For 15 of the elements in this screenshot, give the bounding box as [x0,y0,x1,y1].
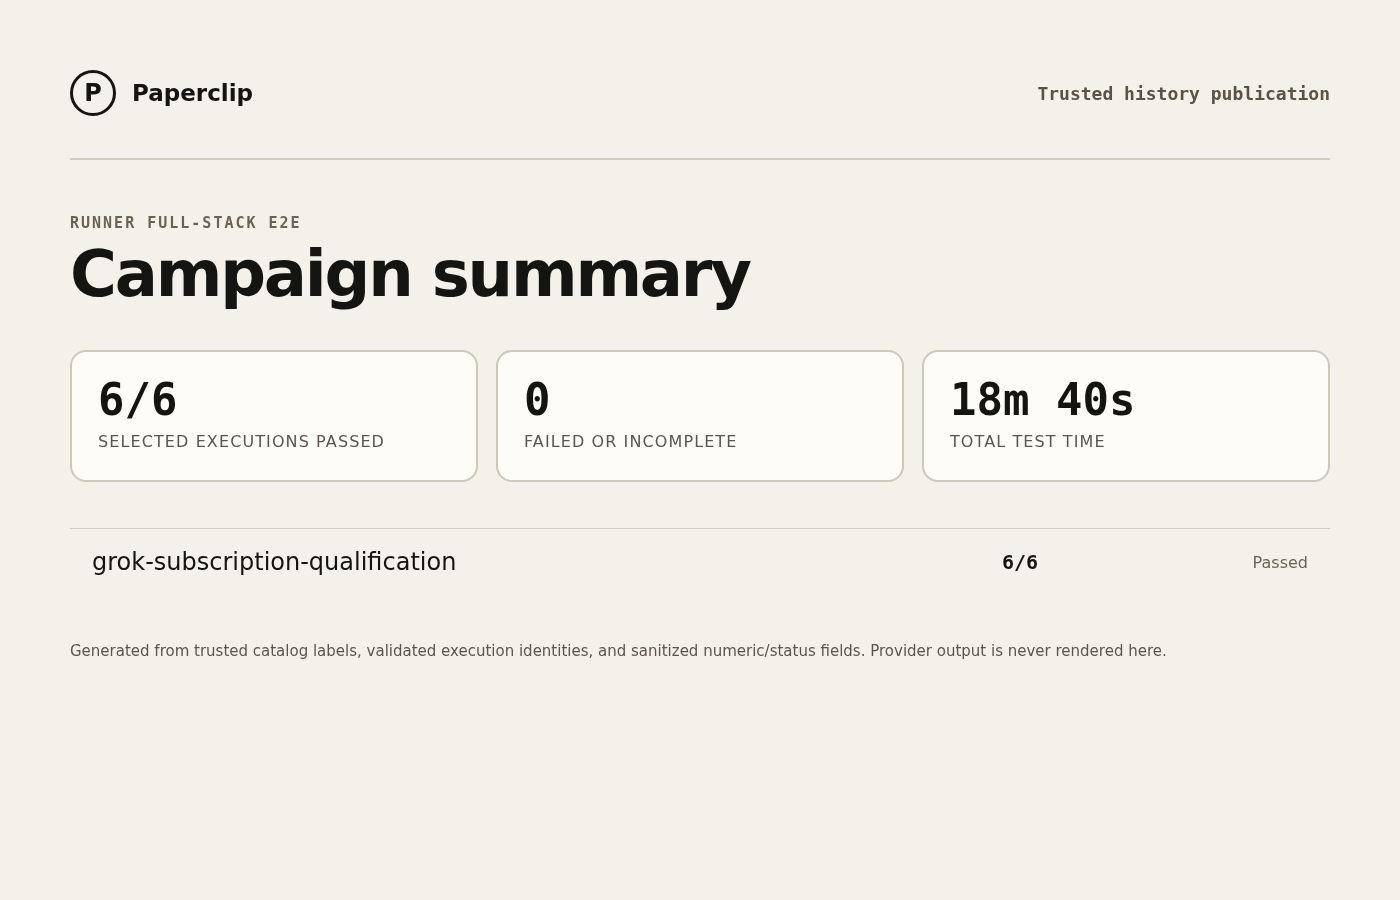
stat-value: 0 [524,374,551,426]
stat-value: 6/6 [98,374,178,426]
brand-name: Paperclip [132,80,254,106]
page-title: Campaign summary [70,236,750,312]
result-status: Passed [1252,552,1308,572]
header-tagline: Trusted history publication [1037,82,1330,104]
result-name: grok-subscription-qualification [92,548,457,576]
stat-value: 18m 40s [950,374,1136,426]
stat-label: TOTAL TEST TIME [950,432,1106,451]
stat-label: FAILED OR INCOMPLETE [524,432,738,451]
logo-icon: P [70,70,116,116]
stat-label: SELECTED EXECUTIONS PASSED [98,432,386,451]
result-count: 6/6 [1001,550,1038,574]
page-eyebrow: RUNNER FULL-STACK E2E [70,214,302,232]
footnote-text: Generated from trusted catalog labels, validated execution identities, and sanitized numeric/status fields. Provider output is never rendered here. [70,641,1168,661]
